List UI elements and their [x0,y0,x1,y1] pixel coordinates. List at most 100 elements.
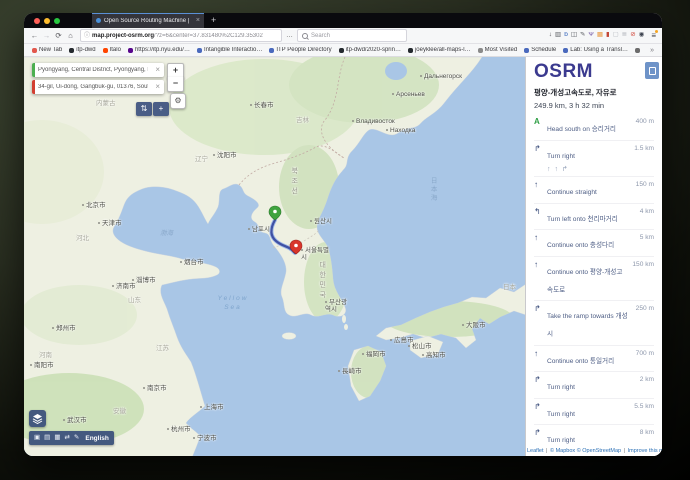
search-bar[interactable]: Search [297,29,407,42]
bookmark-item-6[interactable]: itp-dwd/2020-sprin… [339,47,401,53]
account-icon[interactable]: ◉ [639,32,645,39]
ramp-right-icon: ↱ [534,305,547,314]
new-tab-button[interactable]: + [211,16,216,25]
page-actions-icon[interactable]: … [286,32,293,39]
direction-step-2[interactable]: ↱Turn right↑ ↑ ↱1.5 km [534,140,654,177]
directions-sidebar: OSRM 평양-개성고속도로, 자유로 249.9 km, 3 h 32 min… [525,57,662,456]
direction-step-4[interactable]: ↰Turn left onto 천리마거리4 km [534,203,654,230]
home-icon[interactable]: ⌂ [66,32,75,40]
extension-gray-icon[interactable]: ▢ [613,32,619,39]
zoom-out-button[interactable]: − [167,77,184,92]
attribution-link[interactable]: © Mapbox [550,448,575,454]
options-gear-button[interactable]: ⚙ [170,93,186,109]
swap-locations-button[interactable]: ⇅ [136,102,152,116]
step-body: Continue onto 통일거리 [547,350,630,368]
library-icon[interactable]: ▥ [555,32,561,39]
attribution-link[interactable]: Improve this map [628,448,662,454]
turn-right-icon: ↱ [534,376,547,385]
pen-icon[interactable]: ✎ [580,32,585,39]
url-text: map.project-osrm.org/?z=6&center=37.8314… [92,33,278,39]
minimize-window-button[interactable] [44,18,50,24]
shield-icon[interactable]: ⓘ [84,33,90,39]
map-canvas[interactable]: ДальнегорскАрсеньевВладивостокНаходка长春市… [24,57,525,456]
bookmark-label: Intangible Interactio… [204,47,262,53]
clear-end-icon[interactable]: × [151,83,164,91]
bookmark-item-7[interactable]: joeyklee/all-maps-l… [408,47,471,53]
download-icon[interactable]: ↓ [549,32,552,39]
layers-button[interactable] [29,410,46,427]
step-body: Take the ramp towards 개성시 [547,305,630,341]
language-button[interactable]: English [85,435,108,442]
map-export-icon[interactable]: ▣ [34,435,40,442]
step-instruction: Turn right [547,153,575,160]
turn-right-icon: ↱ [534,429,547,438]
start-location-input[interactable] [35,67,151,73]
bookmark-label: Italo [110,47,121,53]
bookmark-item-2[interactable]: Italo [103,47,121,53]
direction-step-8[interactable]: ↑Continue onto 통일거리700 m [534,345,654,372]
turn-left-icon: ↰ [534,208,547,217]
toggle-panel-button[interactable] [645,62,659,79]
bookmark-item-3[interactable]: https://itp.nyu.edu/… [128,47,190,53]
map-label: 山东 [128,297,141,304]
close-window-button[interactable] [34,18,40,24]
extension-red-icon[interactable]: ▮ [606,32,610,39]
end-location-input[interactable] [35,84,151,90]
direction-step-9[interactable]: ↱Turn right2 km [534,371,654,398]
add-waypoint-button[interactable]: + [153,102,169,116]
bitly-icon[interactable]: b [564,32,568,39]
direction-step-5[interactable]: ↑Continue onto 충성다리5 km [534,229,654,256]
bookmark-item-4[interactable]: Intangible Interactio… [197,47,262,53]
tab-close-icon[interactable]: × [196,17,200,24]
route-name: 평양-개성고속도로, 자유로 [534,88,654,97]
direction-step-6[interactable]: ↑Continue onto 평양-개성고속도로150 km [534,256,654,301]
bookmark-item-1[interactable]: itp-dwd [69,47,95,53]
reload-icon[interactable]: ⟳ [54,32,63,40]
bookmark-item-5[interactable]: ITP People Directory [269,47,331,53]
bookmark-favicon [524,48,529,53]
url-bar[interactable]: ⓘ map.project-osrm.org/?z=6&center=37.83… [80,29,282,42]
map-label: 江苏 [156,345,169,352]
map-label: 남포시 [248,226,270,233]
direction-step-3[interactable]: ↑Continue straight150 m [534,176,654,203]
attribution-link[interactable]: Leaflet [527,448,544,454]
bookmark-item-11[interactable]: TACHYONS [635,47,643,53]
sidebar-icon[interactable]: ◫ [571,32,577,39]
step-body: Continue onto 평양-개성고속도로 [547,261,630,297]
adblock-icon[interactable]: ⊘ [630,32,635,39]
fork-icon[interactable]: Ψ [588,32,593,39]
bookmark-favicon [635,48,640,53]
hamburger-menu-icon[interactable]: ≡ [651,32,656,40]
direction-step-7[interactable]: ↱Take the ramp towards 개성시250 m [534,300,654,345]
bookmark-label: itp-dwd [76,47,95,53]
bookmark-label: joeyklee/all-maps-l… [415,47,471,53]
route-summary: 249.9 km, 3 h 32 min [534,101,654,110]
bookmark-label: Most Visited [485,47,518,53]
bookmarks-overflow-icon[interactable]: » [650,47,654,54]
extension-gray2-icon[interactable]: ≣ [622,32,627,39]
shuffle-icon[interactable]: ⇄ [64,435,69,442]
direction-step-10[interactable]: ↱Turn right5.5 km [534,398,654,425]
puzzle-icon[interactable]: ▦ [597,32,603,39]
map-label: Владивосток [352,118,395,125]
image-export-icon[interactable]: ▦ [54,435,60,442]
forward-icon[interactable]: → [42,32,51,40]
bookmark-item-10[interactable]: Lab: Using a Transl… [563,47,628,53]
straight-icon: ↑ [534,181,547,190]
end-location-row: × [32,80,164,94]
clear-start-icon[interactable]: × [151,66,164,74]
map-label: 杭州市 [167,426,191,433]
bookmarks-items: New Tab itp-dwd Italo https://itp.nyu.edu/…… [32,47,643,53]
step-instruction: Turn right [547,411,575,418]
back-icon[interactable]: ← [30,32,39,40]
directions-list: AHead south on 승리거리400 m↱Turn right↑ ↑ ↱… [526,114,662,456]
bookmark-item-8[interactable]: Most Visited [478,47,518,53]
route-export-icon[interactable]: ▤ [44,435,50,442]
direction-step-1[interactable]: AHead south on 승리거리400 m [534,114,654,140]
browser-tab[interactable]: Open Source Routing Machine | × [92,13,204,28]
printer-icon[interactable]: ✎ [74,435,79,442]
zoom-window-button[interactable] [54,18,60,24]
bookmark-item-0[interactable]: New Tab [32,47,62,53]
bookmark-item-9[interactable]: Schedule [524,47,556,53]
attribution-link[interactable]: © OpenStreetMap [577,448,621,454]
